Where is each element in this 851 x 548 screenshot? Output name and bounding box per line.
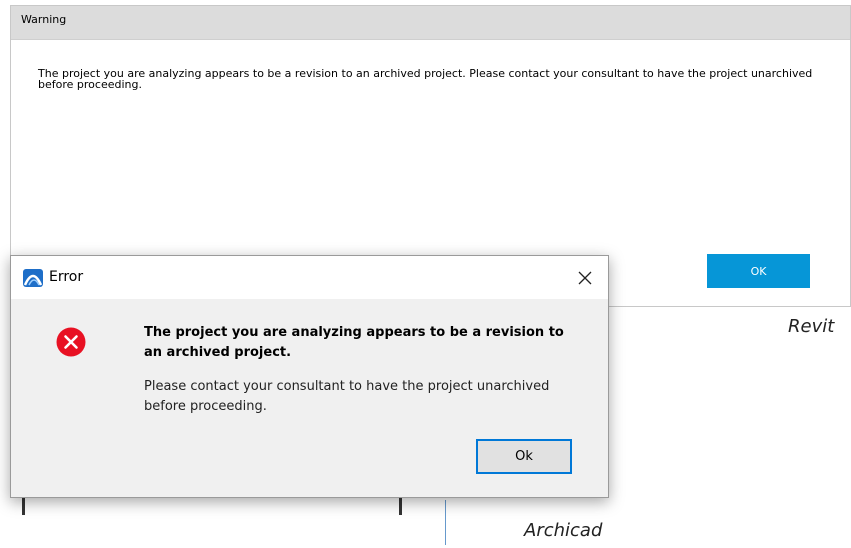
background-window-edge	[399, 495, 402, 515]
revit-caption: Revit	[788, 316, 835, 337]
error-x-icon	[56, 327, 86, 357]
archicad-logo-icon	[23, 269, 43, 287]
error-heading: The project you are analyzing appears to…	[144, 325, 564, 360]
dialog-title: Warning	[21, 13, 67, 26]
dialog-title: Error	[49, 269, 84, 285]
background-window-edge	[445, 500, 446, 545]
dialog-titlebar: Warning	[11, 6, 850, 40]
error-body: Please contact your consultant to have t…	[144, 379, 550, 414]
close-icon[interactable]	[562, 256, 608, 299]
ok-button[interactable]: Ok	[476, 439, 572, 474]
archicad-error-dialog: Error The project you are analyzing appe…	[10, 255, 609, 498]
ok-button[interactable]: OK	[707, 254, 810, 288]
archicad-caption: Archicad	[524, 520, 603, 541]
background-window-edge	[22, 495, 25, 515]
dialog-titlebar: Error	[11, 256, 608, 299]
warning-message: The project you are analyzing appears to…	[38, 67, 813, 91]
